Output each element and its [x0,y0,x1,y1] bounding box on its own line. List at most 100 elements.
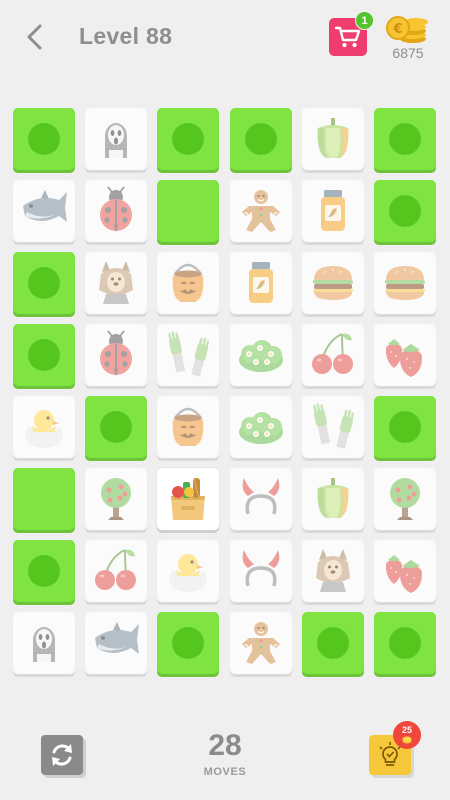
jam-jar-icon [249,262,273,303]
board-cell-tile[interactable] [302,252,364,314]
cleared-dot-icon [172,123,204,155]
board-cell-tile[interactable] [302,108,364,170]
ghost-icon [33,627,55,662]
devil-horns-icon [242,478,280,515]
board-cell-tile[interactable] [85,108,147,170]
fish-icon [23,190,67,222]
board-cell-tile[interactable] [157,468,219,530]
board-cell-cleared[interactable] [13,324,75,386]
cleared-dot-icon [100,411,132,443]
cherries-icon [95,549,136,590]
cleared-dot-icon [389,123,421,155]
gingerbread-icon [242,190,280,232]
board-cell-cleared[interactable] [374,108,436,170]
hint-badge-count: 25 [401,725,412,735]
cleared-dot-icon [389,411,421,443]
restart-button[interactable] [41,735,83,775]
board-cell-tile[interactable] [230,252,292,314]
board-cell-tile[interactable] [302,540,364,602]
ladybug-icon [100,330,132,375]
strawberries-icon [386,339,422,377]
zombie-hands-icon [168,331,210,377]
board-cell-tile[interactable] [85,180,147,242]
board-cell-tile[interactable] [157,540,219,602]
jam-jar-icon [321,190,345,231]
board-cell-tile[interactable] [302,324,364,386]
game-board [13,108,438,678]
pumpkin-bucket-icon [172,263,204,302]
board-cell-tile[interactable] [157,396,219,458]
cleared-dot-icon [28,267,60,299]
gingerbread-icon [242,622,280,664]
cleared-dot-icon [389,627,421,659]
coin-icon [402,736,412,744]
board-cell-cleared[interactable] [13,540,75,602]
board-cell-cleared[interactable] [157,108,219,170]
board-cell-tile[interactable] [374,324,436,386]
board-cell-tile[interactable] [85,612,147,674]
shopping-cart-icon [335,26,361,48]
board-cell-tile[interactable] [374,468,436,530]
board-cell-cleared[interactable] [374,612,436,674]
board-cell-tile[interactable] [13,396,75,458]
board-cell-cleared[interactable] [85,396,147,458]
board-cell-tile[interactable] [85,252,147,314]
board-cell-tile[interactable] [302,180,364,242]
back-button[interactable] [22,22,50,52]
cleared-dot-icon [389,195,421,227]
grocery-bag-icon [171,477,205,520]
board-cell-cleared[interactable] [13,468,75,530]
strawberries-icon [386,555,422,593]
werewolf-icon [316,549,350,592]
chick-icon [25,410,63,448]
board-cell-tile[interactable] [157,252,219,314]
board-cell-cleared[interactable] [157,612,219,674]
board-cell-cleared[interactable] [157,180,219,242]
cleared-dot-icon [28,123,60,155]
bush-icon [239,412,283,444]
zombie-hands-icon [313,403,355,449]
cleared-dot-icon [317,627,349,659]
burger-icon [385,266,425,300]
tree-icon [101,478,131,520]
board-cell-tile[interactable] [230,468,292,530]
board-cell-tile[interactable] [157,324,219,386]
level-title: Level 88 [79,23,173,49]
burger-icon [313,266,353,300]
board-cell-tile[interactable] [13,612,75,674]
moves-count: 28 [208,729,242,762]
board-cell-tile[interactable] [374,252,436,314]
board-cell-tile[interactable] [230,540,292,602]
cleared-dot-icon [28,555,60,587]
header: Level 88 1 € 6875 [0,0,450,80]
board-cell-cleared[interactable] [374,180,436,242]
coin-count: 6875 [392,45,424,61]
chevron-left-icon [27,24,42,50]
moves-label: MOVES [203,766,247,778]
board-cell-tile[interactable] [85,540,147,602]
board-cell-tile[interactable] [13,180,75,242]
hint-badge: 25 [393,721,421,749]
board-cell-tile[interactable] [230,396,292,458]
board-cell-tile[interactable] [85,324,147,386]
werewolf-icon [99,261,133,304]
board-cell-cleared[interactable] [374,396,436,458]
board-cell-cleared[interactable] [230,108,292,170]
coins-icon: € [386,16,428,43]
board-cell-tile[interactable] [302,468,364,530]
board-cell-cleared[interactable] [13,108,75,170]
board-cell-tile[interactable] [230,612,292,674]
board-cell-tile[interactable] [85,468,147,530]
cherries-icon [312,333,353,374]
board-cell-tile[interactable] [302,396,364,458]
cleared-dot-icon [245,123,277,155]
board-cell-tile[interactable] [374,540,436,602]
board-cell-tile[interactable] [230,324,292,386]
board-cell-cleared[interactable] [302,612,364,674]
devil-horns-icon [242,550,280,587]
ladybug-icon [100,186,132,231]
restart-icon [52,744,72,766]
ghost-icon [105,123,127,158]
board-cell-tile[interactable] [230,180,292,242]
board-cell-cleared[interactable] [13,252,75,314]
